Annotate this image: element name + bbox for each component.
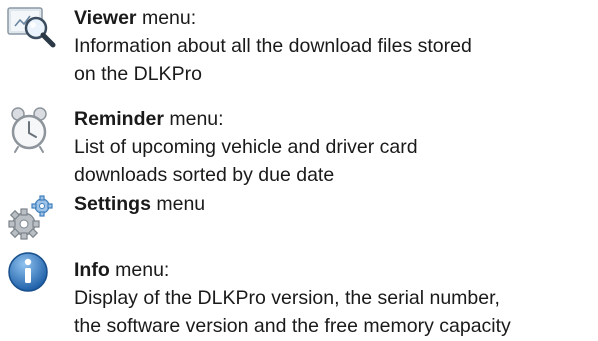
info-line-1: Display of the DLKPro version, the seria… xyxy=(74,287,500,309)
settings-suffix: menu xyxy=(150,193,206,215)
reminder-title: Reminder xyxy=(74,108,164,130)
settings-description: Settings menu xyxy=(74,190,205,218)
info-suffix: menu: xyxy=(109,259,170,281)
settings-title: Settings xyxy=(74,193,151,215)
reminder-line-1: List of upcoming vehicle and driver card xyxy=(74,136,418,158)
viewer-title: Viewer xyxy=(74,7,137,29)
viewer-line-1: Information about all the download files… xyxy=(74,35,472,57)
info-title: Info xyxy=(74,259,110,281)
viewer-description: Viewer menu: Information about all the d… xyxy=(74,4,472,88)
info-line-2: the software version and the free memory… xyxy=(74,315,511,337)
reminder-line-2: downloads sorted by due date xyxy=(74,164,335,186)
info-icon xyxy=(6,250,54,298)
alarm-clock-icon xyxy=(6,104,54,153)
gears-icon xyxy=(6,194,54,242)
info-description: Info menu: Display of the DLKPro version… xyxy=(74,256,511,340)
viewer-magnifier-icon xyxy=(6,2,56,50)
reminder-suffix: menu: xyxy=(163,108,224,130)
viewer-line-2: on the DLKPro xyxy=(74,63,202,85)
viewer-suffix: menu: xyxy=(136,7,197,29)
reminder-description: Reminder menu: List of upcoming vehicle … xyxy=(74,105,418,189)
